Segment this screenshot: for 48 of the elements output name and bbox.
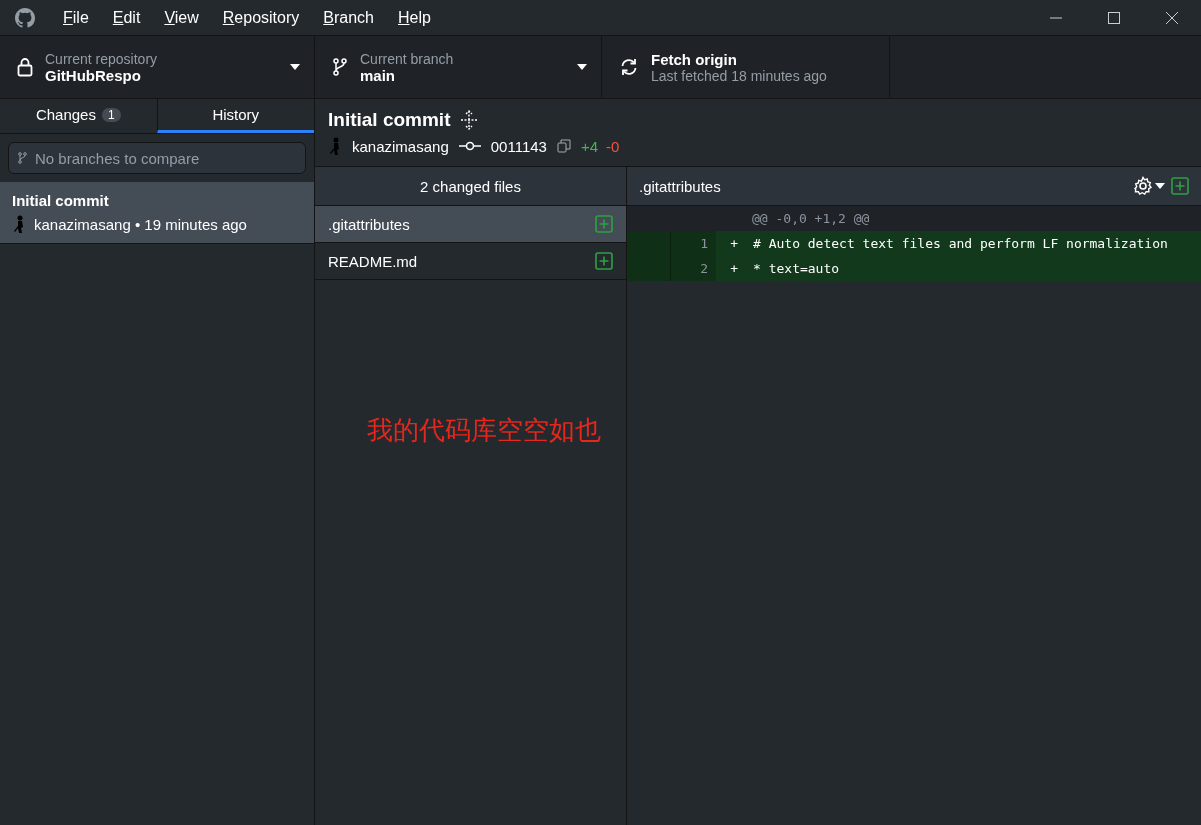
commit-author: kanazimasang xyxy=(352,137,449,155)
count-badge: 1 xyxy=(101,107,121,122)
caret-icon xyxy=(290,64,300,70)
line-number: 2 xyxy=(671,256,716,281)
added-icon xyxy=(595,215,613,233)
code-line: * text=auto xyxy=(752,261,840,276)
additions-count: +4 xyxy=(580,137,598,155)
file-name: .gitattributes xyxy=(328,215,410,233)
expand-diff-icon xyxy=(1171,177,1189,195)
changed-file-row[interactable]: .gitattributes xyxy=(315,206,626,243)
line-number: 1 xyxy=(671,231,716,256)
branch-icon xyxy=(332,57,348,77)
github-logo-icon xyxy=(15,7,35,28)
sync-icon xyxy=(619,57,639,77)
deletions-count: -0 xyxy=(606,137,620,155)
diff-file-name: .gitattributes xyxy=(639,177,722,195)
expand-icon[interactable] xyxy=(460,110,479,130)
commit-meta: kanazimasang • 19 minutes ago xyxy=(34,215,247,233)
caret-icon xyxy=(577,64,587,70)
commit-icon xyxy=(458,141,481,151)
code-line: # Auto detect text files and perform LF normalization xyxy=(752,236,1168,251)
settings-button[interactable] xyxy=(1133,176,1165,196)
added-icon xyxy=(595,252,613,270)
menu-item[interactable]: Edit xyxy=(100,4,153,31)
menu-item[interactable]: Branch xyxy=(311,4,386,31)
file-name: README.md xyxy=(328,252,418,270)
commit-sha: 0011143 xyxy=(490,137,547,155)
caret-icon xyxy=(1155,183,1165,189)
close-icon[interactable] xyxy=(1165,10,1179,25)
menu-item[interactable]: Help xyxy=(385,4,443,31)
commit-title: Initial commit xyxy=(328,109,451,131)
copy-icon[interactable] xyxy=(556,139,571,153)
commit-title: Initial commit xyxy=(12,192,110,209)
menu-item[interactable]: File xyxy=(51,4,101,31)
avatar-icon xyxy=(328,137,342,155)
branch-compare-field[interactable]: No branches to compare xyxy=(8,142,306,174)
avatar-icon xyxy=(12,215,26,233)
annotation-text: 我的代码库空空如也 xyxy=(367,414,601,447)
menu-item[interactable]: View xyxy=(152,4,211,31)
maximize-icon[interactable] xyxy=(1107,10,1121,25)
diff-marker: + xyxy=(729,236,738,251)
changed-files-header: 2 changed files xyxy=(315,167,626,206)
lock-icon xyxy=(17,57,33,77)
diff-marker: + xyxy=(729,261,738,276)
tab[interactable]: History xyxy=(156,99,314,133)
hunk-header: @@ -0,0 +1,2 @@ xyxy=(751,211,870,226)
menu-item[interactable]: Repository xyxy=(210,4,312,31)
commit-item[interactable]: Initial commit kanazimasang • 19 minutes ago xyxy=(0,182,314,244)
